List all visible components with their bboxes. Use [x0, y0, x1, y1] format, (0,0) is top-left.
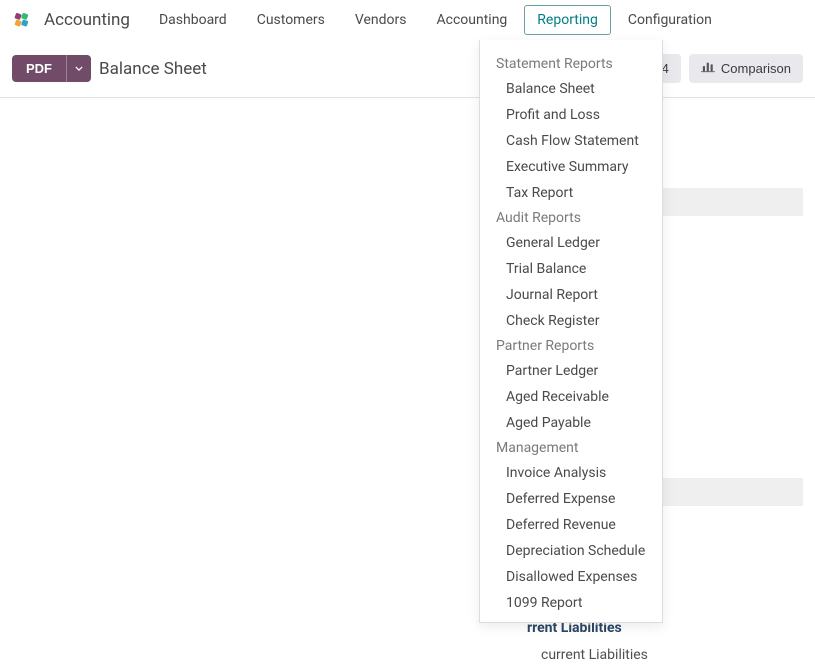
- dropdown-item-check-register[interactable]: Check Register: [480, 308, 662, 334]
- page-title: Balance Sheet: [99, 59, 207, 79]
- dropdown-item-1099-report[interactable]: 1099 Report: [480, 590, 662, 616]
- dropdown-item-tax-report[interactable]: Tax Report: [480, 180, 662, 206]
- dropdown-item-partner-ledger[interactable]: Partner Ledger: [480, 358, 662, 384]
- app-title[interactable]: Accounting: [44, 10, 130, 30]
- dropdown-item-balance-sheet[interactable]: Balance Sheet: [480, 76, 662, 102]
- subheader-right: 24 Comparison: [642, 54, 803, 83]
- dropdown-section-header: Statement Reports: [480, 52, 662, 76]
- nav-item-customers[interactable]: Customers: [244, 5, 338, 35]
- dropdown-item-aged-payable[interactable]: Aged Payable: [480, 410, 662, 436]
- dropdown-item-profit-and-loss[interactable]: Profit and Loss: [480, 102, 662, 128]
- dropdown-section-header: Audit Reports: [480, 206, 662, 230]
- dropdown-item-deferred-revenue[interactable]: Deferred Revenue: [480, 512, 662, 538]
- dropdown-item-deferred-expense[interactable]: Deferred Expense: [480, 486, 662, 512]
- dropdown-section-header: Management: [480, 436, 662, 460]
- dropdown-item-invoice-analysis[interactable]: Invoice Analysis: [480, 460, 662, 486]
- reporting-dropdown: Statement Reports Balance Sheet Profit a…: [479, 40, 663, 623]
- pdf-button[interactable]: PDF: [12, 55, 66, 82]
- dropdown-item-general-ledger[interactable]: General Ledger: [480, 230, 662, 256]
- bar-chart-icon: [701, 61, 715, 76]
- dropdown-section-header: Partner Reports: [480, 334, 662, 358]
- comparison-button-label: Comparison: [721, 61, 791, 76]
- dropdown-item-depreciation-schedule[interactable]: Depreciation Schedule: [480, 538, 662, 564]
- dropdown-item-trial-balance[interactable]: Trial Balance: [480, 256, 662, 282]
- report-row[interactable]: current Liabilities: [523, 642, 803, 668]
- pdf-button-group: PDF: [12, 55, 91, 82]
- dropdown-item-journal-report[interactable]: Journal Report: [480, 282, 662, 308]
- report-body: Assets nd Cash Accounts ables t Assets m…: [0, 160, 815, 657]
- pdf-dropdown-caret[interactable]: [66, 55, 91, 82]
- chevron-down-icon: [75, 66, 83, 71]
- nav-item-dashboard[interactable]: Dashboard: [146, 5, 240, 35]
- subheader-left: PDF Balance Sheet: [12, 55, 207, 82]
- dropdown-item-executive-summary[interactable]: Executive Summary: [480, 154, 662, 180]
- nav-item-reporting[interactable]: Reporting: [524, 5, 611, 35]
- nav-item-accounting[interactable]: Accounting: [423, 5, 520, 35]
- subheader: PDF Balance Sheet 24 Comparison: [0, 40, 815, 98]
- top-navbar: Accounting Dashboard Customers Vendors A…: [0, 0, 815, 40]
- dropdown-item-cash-flow[interactable]: Cash Flow Statement: [480, 128, 662, 154]
- comparison-button[interactable]: Comparison: [689, 54, 803, 83]
- nav-item-configuration[interactable]: Configuration: [615, 5, 725, 35]
- dropdown-item-disallowed-expenses[interactable]: Disallowed Expenses: [480, 564, 662, 590]
- app-logo-icon[interactable]: [12, 10, 32, 30]
- dropdown-item-aged-receivable[interactable]: Aged Receivable: [480, 384, 662, 410]
- nav-item-vendors[interactable]: Vendors: [342, 5, 420, 35]
